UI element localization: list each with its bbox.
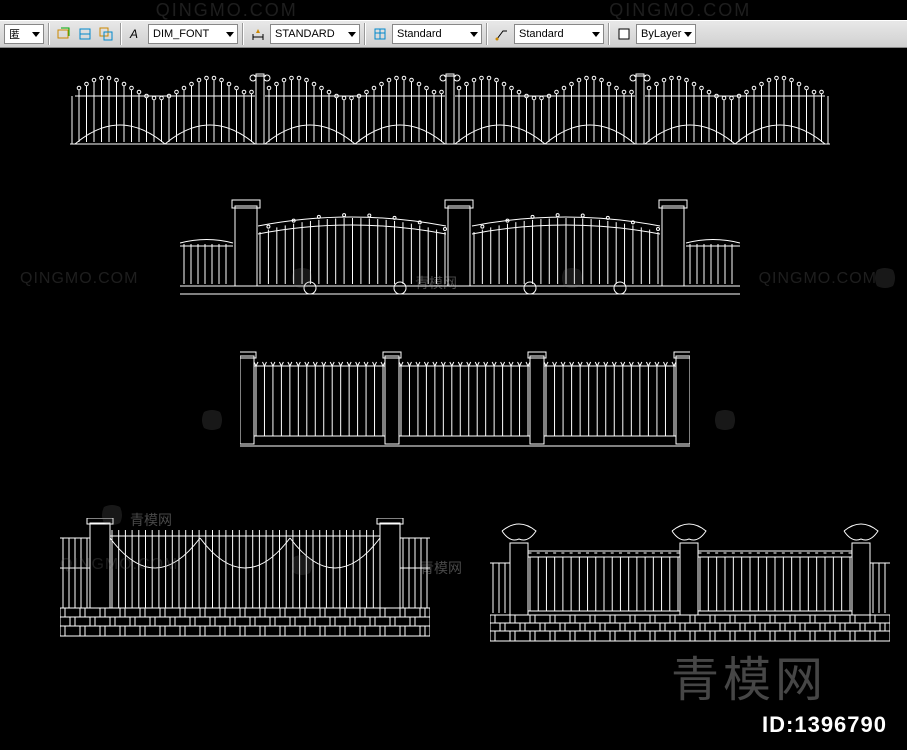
watermark-cn: 青模网 (415, 273, 457, 293)
dim-icon[interactable] (248, 24, 268, 44)
table-style1-dropdown[interactable]: Standard (392, 24, 482, 44)
svg-text:A: A (129, 27, 138, 41)
watermark-text: QINGMO.COM (759, 270, 877, 288)
fence2-bars (180, 198, 740, 298)
watermark-cn: 青模网 (130, 510, 172, 530)
table-style2-dropdown[interactable]: Standard (514, 24, 604, 44)
dim-font-icon[interactable]: A (126, 24, 146, 44)
fence5-bars (490, 523, 890, 643)
watermark-logo-icon (713, 408, 737, 432)
drawing-area[interactable]: QINGMO.COM QINGMO.COM QINGMO.COM 青模网 青模网… (0, 48, 907, 750)
fence1-detail (70, 66, 830, 146)
fence1-bars (70, 66, 830, 146)
watermark-logo-icon (200, 408, 224, 432)
layer-dropdown[interactable]: 匿 (4, 24, 44, 44)
text-style-dropdown[interactable]: STANDARD (270, 24, 360, 44)
toolbar: 匿 A DIM_FONT STANDARD Standard Standard … (0, 20, 907, 48)
fence-drawing-2 (180, 198, 740, 298)
watermark-logo-icon (290, 266, 314, 290)
watermark-logo-icon (873, 266, 897, 290)
fence3-bars (240, 348, 690, 448)
fence-drawing-4 (60, 518, 430, 638)
fence-drawing-5 (490, 523, 890, 643)
color-dropdown[interactable]: ByLayer (636, 24, 696, 44)
watermark-cn: 青模网 (420, 558, 462, 578)
fence4-bars (60, 518, 430, 638)
watermark-logo-icon (560, 266, 584, 290)
header-watermark: QINGMO.COM QINGMO.COM (0, 0, 907, 20)
watermark-logo-icon (100, 503, 124, 527)
watermark-logo-icon (290, 553, 314, 577)
mleader-icon[interactable] (492, 24, 512, 44)
dim-style-dropdown[interactable]: DIM_FONT (148, 24, 238, 44)
color-swatch-icon[interactable] (614, 24, 634, 44)
fence-drawing-1 (70, 66, 830, 146)
watermark-text: QINGMO.COM (60, 556, 178, 574)
watermark-text: QINGMO.COM (20, 270, 138, 288)
layer-states-icon[interactable] (54, 24, 74, 44)
layer-iso-icon[interactable] (96, 24, 116, 44)
id-label: ID:1396790 (762, 712, 887, 738)
layer-tool-icon[interactable] (75, 24, 95, 44)
table-icon[interactable] (370, 24, 390, 44)
big-watermark: 青模网 (671, 640, 827, 710)
fence-drawing-3 (240, 348, 690, 448)
